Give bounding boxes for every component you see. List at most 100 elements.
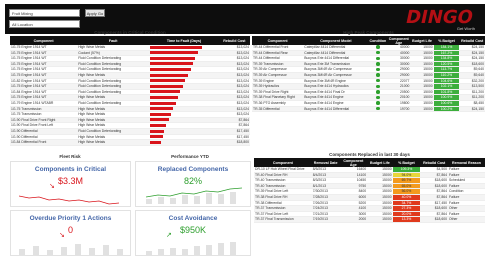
- card-title: Cost Avoidance: [168, 215, 218, 222]
- time-to-fault-bar: [150, 45, 203, 49]
- column-header[interactable]: Rebuild Cost: [459, 36, 485, 45]
- time-to-fault-bar: [150, 90, 181, 94]
- status-dot-icon: [376, 95, 380, 100]
- brand-logo: DINGO: [403, 7, 476, 28]
- time-to-fault-bar: [150, 67, 191, 71]
- time-to-fault-cell: [149, 139, 219, 146]
- column-header[interactable]: Fault: [77, 36, 150, 45]
- column-header[interactable]: Time to Fault (Days): [149, 36, 219, 45]
- model-cell: Bucyrus Erie 4414 Differential: [303, 106, 369, 113]
- time-to-fault-bar: [150, 107, 174, 111]
- column-header[interactable]: % Budget: [433, 36, 460, 45]
- table-row[interactable]: TR-37 Final Transmission 7/19/2013 2000 150…: [254, 216, 485, 223]
- column-header[interactable]: Component: [254, 158, 312, 167]
- high-peak-panel: High Peak Components Component Component …: [252, 30, 485, 113]
- column-header[interactable]: Component Age: [387, 36, 411, 45]
- card-title: Components in Critical: [34, 166, 107, 173]
- column-header[interactable]: Removal Reason: [448, 158, 485, 167]
- column-header[interactable]: Removal Date: [311, 158, 340, 167]
- component-cell: 1G-84 Differential Front: [10, 139, 78, 146]
- time-to-fault-bar: [150, 56, 196, 60]
- card-title: Overdue Priority 1 Actions: [29, 215, 112, 222]
- time-to-fault-bar: [150, 79, 185, 83]
- cost-cell: $18,600: [420, 216, 449, 223]
- card-value: 82%: [183, 176, 202, 186]
- column-header[interactable]: % Budget: [392, 158, 421, 167]
- status-dot-icon: [376, 67, 380, 72]
- column-header[interactable]: Rebuild Cost: [420, 158, 449, 167]
- time-to-fault-bar: [150, 62, 194, 66]
- arrow-up-icon: ↗: [166, 232, 172, 239]
- card-critical[interactable]: Components in Critical $3.3M ↘: [10, 161, 131, 207]
- status-dot-icon: [376, 106, 380, 111]
- fleet-risk-label: Fleet Risk: [59, 154, 81, 159]
- time-to-fault-bar: [150, 95, 179, 99]
- status-dot-icon: [376, 90, 380, 94]
- component-cell: DR-10 LF Hub Wheel Final Drive: [254, 167, 312, 173]
- replaced-components-panel: Components Replaced in last 30 days Comp…: [254, 152, 485, 223]
- age-cell: 2000: [339, 216, 368, 223]
- cost-cell: $24,150: [459, 106, 485, 113]
- card-cost-avoidance[interactable]: Cost Avoidance $950K ↗: [135, 210, 251, 256]
- card-value: $950K: [179, 225, 207, 235]
- time-to-fault-bar: [150, 135, 163, 139]
- removal-reason-cell: Other: [448, 216, 485, 223]
- time-to-fault-bar: [150, 51, 198, 55]
- fleet-filter-select[interactable]: Fruit Mixing: [9, 9, 80, 17]
- status-dot-icon: [376, 62, 380, 66]
- status-dot-icon: [376, 56, 380, 61]
- status-dot-icon: [376, 78, 380, 83]
- budget-pct-cell: 100.2%: [433, 106, 460, 113]
- location-filter-select[interactable]: All Location: [9, 20, 80, 28]
- bar-mini-chart: [146, 241, 242, 255]
- column-header[interactable]: Rebuild Cost: [218, 36, 250, 45]
- time-to-fault-bar: [150, 112, 172, 116]
- critical-components-panel: Components in Critical Condition Compone…: [10, 30, 250, 146]
- column-header[interactable]: Budget Life: [410, 36, 434, 45]
- removal-date-cell: 7/19/2013: [311, 216, 340, 223]
- budget-life-cell: 15000: [367, 216, 393, 223]
- status-dot-icon: [376, 73, 380, 77]
- sparkline-critical: [19, 195, 120, 205]
- time-to-fault-bar: [150, 84, 183, 88]
- status-dot-icon: [376, 101, 380, 105]
- column-header[interactable]: Condition: [368, 36, 388, 45]
- card-overdue[interactable]: Overdue Priority 1 Actions 0 ↘: [10, 210, 131, 256]
- performance-label: Performance YTD: [171, 154, 209, 159]
- status-dot-icon: [376, 50, 380, 55]
- arrow-down-icon: ↘: [59, 232, 65, 239]
- column-header[interactable]: Component Age: [339, 158, 368, 167]
- fault-cell: High Wear Metals: [77, 139, 150, 146]
- peak-table: Component Component Model Condition Compone…: [252, 36, 485, 113]
- age-cell: 19700: [387, 106, 411, 113]
- sparkline-replaced: [146, 187, 242, 198]
- component-cell: TR-35 Differential: [252, 106, 304, 113]
- arrow-down-icon: ↘: [49, 183, 55, 190]
- component-cell: TR-37 Final Transmission: [254, 216, 312, 223]
- time-to-fault-bar: [150, 140, 161, 144]
- time-to-fault-bar: [150, 118, 169, 122]
- critical-table: Component Fault Time to Fault (Days) Rebuil…: [10, 36, 250, 146]
- card-title: Replaced Components: [157, 166, 229, 173]
- replaced-table: Component Removal Date Component Age Budget…: [254, 158, 485, 223]
- card-value: $3.3M: [57, 176, 83, 186]
- budget-pct-cell: 13.3%: [392, 216, 421, 223]
- table-row[interactable]: 1G-84 Differential Front High Wear Metals…: [10, 139, 250, 146]
- time-to-fault-bar: [150, 123, 167, 127]
- time-to-fault-bar: [150, 73, 189, 77]
- time-to-fault-bar: [150, 101, 176, 105]
- time-to-fault-bar: [150, 129, 165, 133]
- status-dot-icon: [376, 84, 380, 89]
- budget-life-cell: 15000: [410, 106, 434, 113]
- apply-button[interactable]: Apply Go: [85, 9, 105, 17]
- table-row[interactable]: TR-35 Differential Bucyrus Erie 4414 Diff…: [252, 106, 485, 113]
- card-replaced[interactable]: Replaced Components 82%: [135, 161, 251, 207]
- column-header[interactable]: Budget Life: [367, 158, 393, 167]
- bar-mini-chart: [19, 241, 124, 255]
- card-value: 0: [67, 225, 73, 235]
- status-dot-icon: [376, 45, 380, 49]
- condition-cell: [368, 106, 388, 113]
- column-header[interactable]: Component: [252, 36, 304, 45]
- column-header[interactable]: Component: [10, 36, 78, 45]
- column-header[interactable]: Component Model: [303, 36, 369, 45]
